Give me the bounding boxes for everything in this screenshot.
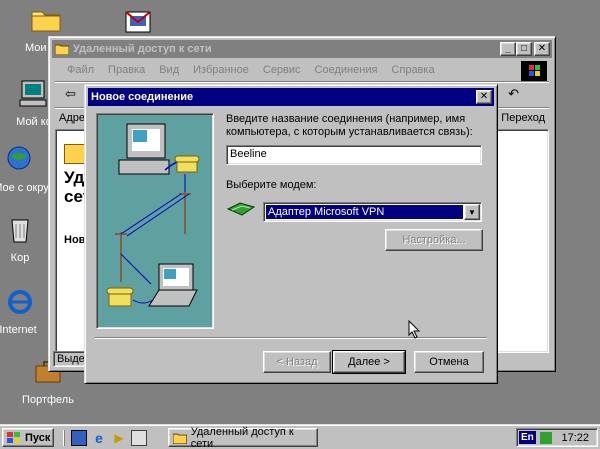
menu-view[interactable]: Вид (159, 64, 179, 76)
desktop-icon-label: Кор (10, 252, 30, 264)
close-button[interactable]: ✕ (534, 42, 550, 56)
back-button-label: < Назад (276, 356, 318, 368)
refresh-icon[interactable]: ↶ (508, 86, 519, 102)
internet-explorer-icon (8, 290, 32, 314)
back-arrow-icon[interactable]: ⇦ (65, 86, 76, 102)
network-illustration-icon (106, 123, 200, 307)
cancel-button[interactable]: Отмена (414, 351, 484, 373)
maximize-button[interactable]: □ (516, 42, 532, 56)
dialog-separator (95, 337, 487, 339)
modem-select[interactable]: Адаптер Microsoft VPN ▼ (263, 202, 482, 222)
maximize-icon: □ (520, 43, 528, 54)
menu-help[interactable]: Справка (391, 64, 434, 76)
dialup-folder-icon (55, 44, 69, 55)
menu-edit[interactable]: Правка (108, 64, 145, 76)
name-prompt-line1: Введите название соединения (например, и… (226, 113, 466, 125)
menu-tools[interactable]: Сервис (263, 64, 301, 76)
next-button-label: Далее > (348, 356, 390, 368)
back-button[interactable]: < Назад (263, 351, 331, 373)
folder-icon (31, 11, 61, 32)
desktop-icon-label: Портфель (22, 394, 74, 406)
modem-label: Выберите модем: (226, 179, 317, 191)
next-button[interactable]: Далее > (332, 350, 406, 374)
desktop-icon-label: Internet (0, 324, 37, 336)
minimize-icon: _ (505, 43, 511, 54)
clock: 17:22 (561, 431, 589, 444)
inbox-icon (125, 11, 151, 33)
desktop-icon-label: Мое с окру (0, 182, 49, 194)
modem-selected-value: Адаптер Microsoft VPN (268, 206, 385, 218)
modem-icon (226, 202, 256, 216)
start-button[interactable]: Пуск (2, 428, 54, 447)
dialup-tray-icon[interactable] (539, 431, 552, 444)
close-icon: ✕ (537, 43, 547, 54)
bg-menu-bar: Файл Правка Вид Избранное Сервис Соедине… (55, 61, 515, 79)
task-label: Удаленный доступ к сети (190, 425, 294, 449)
settings-button-label: Настройка... (402, 234, 466, 246)
name-prompt-line2: компьютера, с которым устанавливается св… (226, 126, 473, 138)
dialog-close-button[interactable]: ✕ (476, 90, 492, 104)
bg-window-titlebar[interactable]: Удаленный доступ к сети _ □ ✕ (52, 40, 552, 58)
address-label: Адре (59, 112, 85, 124)
dropdown-button[interactable]: ▼ (464, 204, 480, 220)
connection-name-input[interactable]: Beeline (226, 145, 482, 165)
internet-explorer-icon[interactable]: e (91, 430, 107, 446)
bg-window-title: Удаленный доступ к сети (73, 43, 212, 55)
channels-icon[interactable] (131, 430, 147, 446)
dialup-folder-icon (173, 433, 187, 444)
task-button-dialup[interactable]: Удаленный доступ к сети (168, 425, 318, 449)
desktop-icon-network[interactable]: Мое с окру (0, 144, 52, 195)
menu-favorites[interactable]: Избранное (193, 64, 249, 76)
language-indicator[interactable]: En (519, 431, 536, 444)
new-connection-dialog[interactable]: Новое соединение ✕ Введите название соед… (84, 84, 498, 384)
close-icon: ✕ (479, 91, 489, 102)
menu-file[interactable]: Файл (67, 64, 94, 76)
dropdown-arrow-icon: ▼ (468, 207, 476, 217)
desktop-icon-internet[interactable]: Internet (0, 286, 50, 336)
connection-name-value: Beeline (230, 148, 267, 160)
computer-icon (19, 80, 47, 107)
bg-side-panel-icon (64, 144, 86, 164)
dialog-titlebar[interactable]: Новое соединение ✕ (88, 88, 494, 106)
windows-flag-icon (7, 431, 20, 443)
windows-logo-icon (521, 61, 547, 81)
menu-connections[interactable]: Соединения (315, 64, 378, 76)
recycle-bin-icon (11, 219, 29, 243)
cancel-button-label: Отмена (429, 356, 469, 368)
mouse-cursor-icon (408, 320, 421, 339)
quick-launch: e ▶ (64, 430, 147, 446)
desktop-icon-inbox[interactable] (122, 6, 156, 38)
go-label: Переход (501, 111, 545, 124)
network-icon (7, 146, 31, 170)
dialog-title: Новое соединение (91, 91, 194, 103)
start-label: Пуск (25, 431, 51, 444)
minimize-button[interactable]: _ (500, 42, 516, 56)
bg-panel-sub[interactable]: Нов (64, 234, 85, 246)
desktop-icon-recycle-bin[interactable]: Кор (0, 214, 48, 264)
taskbar: Пуск e ▶ Удаленный доступ к сети En 17:2… (0, 424, 600, 449)
show-desktop-icon[interactable] (71, 430, 87, 446)
system-tray: En 17:22 (516, 428, 598, 447)
settings-button[interactable]: Настройка... (385, 229, 483, 251)
connection-illustration (96, 113, 214, 329)
modem-selected-option: Адаптер Microsoft VPN (265, 204, 464, 220)
media-player-icon[interactable]: ▶ (111, 430, 127, 446)
name-prompt: Введите название соединения (например, и… (226, 113, 488, 139)
